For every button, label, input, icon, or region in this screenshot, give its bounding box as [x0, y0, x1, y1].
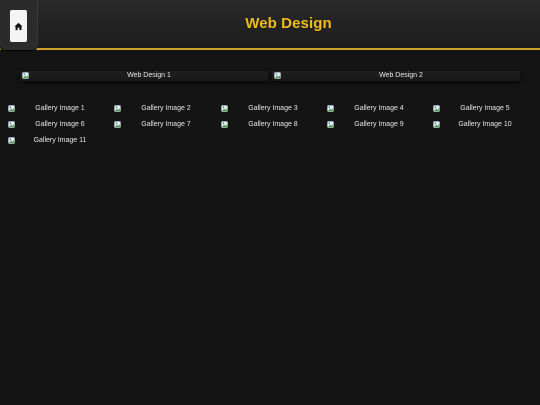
gallery-item-label: Gallery Image 4	[354, 105, 404, 112]
gallery-item[interactable]: Gallery Image 9	[319, 119, 425, 131]
gallery-item[interactable]: Gallery Image 7	[106, 119, 212, 131]
gallery-item[interactable]: Gallery Image 8	[213, 119, 319, 131]
featured-label: Web Design 2	[379, 72, 423, 79]
gallery-item[interactable]: Gallery Image 3	[213, 103, 319, 115]
gallery-item-label: Gallery Image 6	[35, 121, 85, 128]
gallery-item-label: Gallery Image 10	[458, 121, 512, 128]
gallery-item[interactable]: Gallery Image 11	[0, 135, 106, 147]
featured-item-1[interactable]: Web Design 1	[20, 71, 268, 81]
gallery-item-label: Gallery Image 8	[248, 121, 298, 128]
gallery-item-label: Gallery Image 1	[35, 105, 85, 112]
gallery-item[interactable]: Gallery Image 10	[425, 119, 531, 131]
gallery-item-label: Gallery Image 3	[248, 105, 298, 112]
header-bar: Web Design	[0, 0, 540, 50]
gallery-item[interactable]: Gallery Image 1	[0, 103, 106, 115]
home-icon	[14, 22, 23, 30]
gallery-item-label: Gallery Image 2	[141, 105, 191, 112]
featured-item-2[interactable]: Web Design 2	[272, 71, 520, 81]
page: Web Design Web Design 1 Web Design 2 Gal…	[0, 0, 540, 405]
gallery-item-label: Gallery Image 5	[460, 105, 510, 112]
broken-image-icon	[22, 72, 29, 79]
gallery-item-label: Gallery Image 7	[141, 121, 191, 128]
gallery-item[interactable]: Gallery Image 5	[425, 103, 531, 115]
home-tab	[0, 0, 38, 50]
home-button[interactable]	[10, 10, 27, 42]
gallery-item-label: Gallery Image 9	[354, 121, 404, 128]
gallery-item[interactable]: Gallery Image 4	[319, 103, 425, 115]
page-title: Web Design	[245, 15, 332, 32]
featured-label: Web Design 1	[127, 72, 171, 79]
broken-image-icon	[274, 72, 281, 79]
gallery-item[interactable]: Gallery Image 6	[0, 119, 106, 131]
gallery-item-label: Gallery Image 11	[33, 137, 87, 144]
gallery-item[interactable]: Gallery Image 2	[106, 103, 212, 115]
